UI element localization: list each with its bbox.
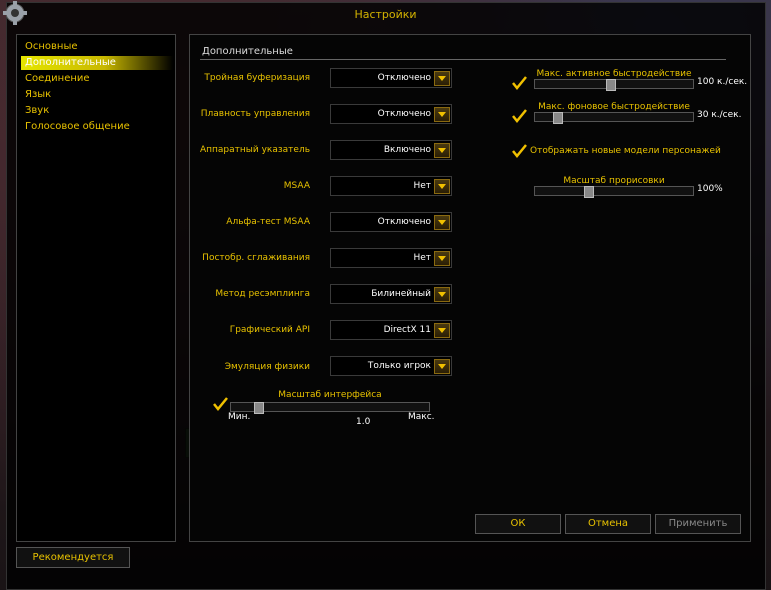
apply-button[interactable]: Применить	[655, 514, 741, 534]
hardware-cursor-label: Аппаратный указатель	[199, 145, 310, 155]
max-bg-fps-slider[interactable]	[534, 112, 694, 124]
dropdown-value: Отключено	[377, 73, 431, 83]
ok-button[interactable]: ОК	[475, 514, 561, 534]
title-divider	[200, 59, 726, 60]
slider-thumb[interactable]	[606, 79, 616, 91]
advanced-settings-panel: Дополнительные Тройная буферизация Отклю…	[189, 34, 751, 542]
sidebar-item-general[interactable]: Основные	[21, 40, 173, 54]
dropdown-value: Включено	[383, 145, 431, 155]
graphics-api-label: Графический API	[229, 325, 310, 335]
slider-thumb[interactable]	[584, 186, 594, 198]
max-fg-fps-label: Макс. активное быстродействие	[536, 69, 692, 79]
max-fg-fps-value: 100 к./сек.	[697, 77, 748, 87]
post-aa-label: Постобр. сглаживания	[202, 253, 310, 263]
dropdown-value: DirectX 11	[383, 325, 431, 335]
dropdown-value: Отключено	[377, 109, 431, 119]
chevron-down-icon[interactable]	[434, 251, 450, 266]
max-bg-fps-checkbox[interactable]	[511, 108, 527, 124]
dropdown-value: Нет	[413, 181, 431, 191]
hardware-cursor-dropdown[interactable]: Включено	[330, 140, 452, 160]
new-models-label: Отображать новые модели персонажей	[530, 146, 721, 156]
checkmark-icon	[213, 397, 228, 411]
msaa-label: MSAA	[283, 181, 310, 191]
chevron-down-icon[interactable]	[434, 107, 450, 122]
dropdown-value: Нет	[413, 253, 431, 263]
checkmark-icon	[512, 144, 527, 158]
chevron-down-icon[interactable]	[434, 359, 450, 374]
physics-emulation-label: Эмуляция физики	[224, 362, 310, 372]
dropdown-value: Только игрок	[367, 361, 431, 371]
graphics-api-dropdown[interactable]: DirectX 11	[330, 320, 452, 340]
post-aa-dropdown[interactable]: Нет	[330, 248, 452, 268]
resample-method-label: Метод ресэмплинга	[215, 289, 310, 299]
alpha-test-msaa-label: Альфа-тест MSAA	[226, 217, 310, 227]
input-smoothing-dropdown[interactable]: Отключено	[330, 104, 452, 124]
ui-scale-min-label: Мин.	[228, 412, 251, 422]
sidebar-item-voice[interactable]: Голосовое общение	[21, 120, 173, 134]
ui-scale-value: 1.0	[356, 417, 371, 427]
panel-title: Дополнительные	[202, 46, 293, 57]
checkmark-icon	[512, 76, 527, 90]
chevron-down-icon[interactable]	[434, 71, 450, 86]
window-title: Настройки	[354, 8, 417, 21]
max-bg-fps-label: Макс. фоновое быстродействие	[538, 102, 690, 112]
dropdown-value: Билинейный	[371, 289, 431, 299]
triple-buffering-label: Тройная буферизация	[204, 73, 310, 83]
ui-scale-checkbox[interactable]	[212, 396, 228, 412]
max-bg-fps-value: 30 к./сек.	[697, 110, 742, 120]
physics-emulation-dropdown[interactable]: Только игрок	[330, 356, 452, 376]
new-models-checkbox[interactable]	[511, 143, 527, 159]
ui-scale-max-label: Макс.	[408, 412, 435, 422]
sidebar-item-language[interactable]: Язык	[21, 88, 173, 102]
alpha-test-msaa-dropdown[interactable]: Отключено	[330, 212, 452, 232]
sidebar-item-advanced[interactable]: Дополнительные	[21, 56, 173, 70]
ui-scale-label: Масштаб интерфейса	[278, 390, 382, 400]
render-scale-label: Масштаб прорисовки	[563, 176, 665, 186]
chevron-down-icon[interactable]	[434, 215, 450, 230]
input-smoothing-label: Плавность управления	[200, 109, 310, 119]
chevron-down-icon[interactable]	[434, 323, 450, 338]
slider-thumb[interactable]	[254, 402, 264, 414]
render-scale-value: 100%	[697, 184, 723, 194]
max-fg-fps-checkbox[interactable]	[511, 75, 527, 91]
ui-scale-slider[interactable]	[230, 402, 430, 414]
chevron-down-icon[interactable]	[434, 143, 450, 158]
sidebar-item-sound[interactable]: Звук	[21, 104, 173, 118]
checkmark-icon	[512, 109, 527, 123]
cancel-button[interactable]: Отмена	[565, 514, 651, 534]
sidebar-item-network[interactable]: Соединение	[21, 72, 173, 86]
triple-buffering-dropdown[interactable]: Отключено	[330, 68, 452, 88]
max-fg-fps-slider[interactable]	[534, 79, 694, 91]
render-scale-slider[interactable]	[534, 186, 694, 198]
chevron-down-icon[interactable]	[434, 179, 450, 194]
msaa-dropdown[interactable]: Нет	[330, 176, 452, 196]
dropdown-value: Отключено	[377, 217, 431, 227]
resample-method-dropdown[interactable]: Билинейный	[330, 284, 452, 304]
slider-thumb[interactable]	[553, 112, 563, 124]
recommended-button[interactable]: Рекомендуется	[16, 547, 130, 568]
chevron-down-icon[interactable]	[434, 287, 450, 302]
settings-sidebar: Основные Дополнительные Соединение Язык …	[16, 34, 176, 542]
